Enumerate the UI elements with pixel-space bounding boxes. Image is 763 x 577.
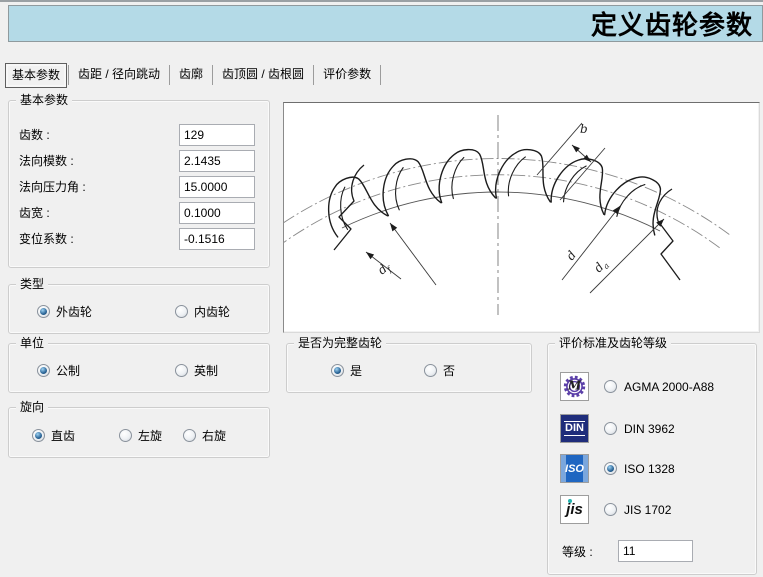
radio-label[interactable]: AGMA 2000-A88 — [624, 380, 714, 394]
svg-text:M: M — [567, 378, 582, 392]
jis-dot — [568, 499, 572, 503]
tab-basic-params[interactable]: 基本参数 — [5, 63, 67, 88]
radio-label[interactable]: 内齿轮 — [194, 303, 230, 320]
root-circle-arc — [342, 192, 660, 231]
dialog-title-bar: 定义齿轮参数 — [8, 5, 763, 42]
tab-tip-root-circle[interactable]: 齿顶圆 / 齿根圆 — [214, 63, 312, 88]
radio-icon[interactable] — [37, 364, 50, 377]
shift-coeff-input[interactable] — [179, 228, 255, 250]
radio-left-hand[interactable]: 左旋 — [119, 427, 162, 443]
radio-icon[interactable] — [331, 364, 344, 377]
tab-divider — [380, 65, 381, 85]
radio-label[interactable]: 否 — [443, 362, 455, 379]
radio-complete-no[interactable]: 否 — [424, 362, 455, 378]
radio-icon[interactable] — [119, 429, 132, 442]
radio-external-gear[interactable]: 外齿轮 — [37, 303, 92, 319]
group-gear-type: 类型 外齿轮 内齿轮 — [8, 284, 270, 334]
radio-icon[interactable] — [175, 364, 188, 377]
radio-icon[interactable] — [604, 503, 617, 516]
din-icon: DIN — [560, 414, 589, 443]
radio-icon[interactable] — [424, 364, 437, 377]
teeth-count-input[interactable] — [179, 124, 255, 146]
radio-icon[interactable] — [32, 429, 45, 442]
group-basic-params-label: 基本参数 — [16, 93, 72, 108]
group-unit: 单位 公制 英制 — [8, 343, 270, 393]
face-width-input[interactable] — [179, 202, 255, 224]
gear-diagram-panel: b d da df — [283, 102, 760, 333]
page-title: 定义齿轮参数 — [591, 5, 753, 42]
radio-standard-iso[interactable]: ISO ISO 1328 — [560, 454, 675, 483]
radio-label[interactable]: 外齿轮 — [56, 303, 92, 320]
radio-complete-yes[interactable]: 是 — [331, 362, 362, 378]
group-complete-gear: 是否为完整齿轮 是 否 — [286, 343, 532, 393]
radio-right-hand[interactable]: 右旋 — [183, 427, 226, 443]
radio-label[interactable]: DIN 3962 — [624, 422, 675, 436]
radio-icon[interactable] — [37, 305, 50, 318]
radio-label[interactable]: ISO 1328 — [624, 462, 675, 476]
group-standards-label: 评价标准及齿轮等级 — [555, 336, 671, 351]
tab-divider — [313, 65, 314, 85]
radio-icon[interactable] — [604, 422, 617, 435]
reference-circle-arcs — [284, 158, 730, 248]
radio-label[interactable]: 英制 — [194, 362, 218, 379]
jis-icon: jis — [560, 495, 589, 524]
normal-module-input[interactable] — [179, 150, 255, 172]
normal-module-label: 法向模数 : — [19, 150, 74, 172]
radio-label[interactable]: 右旋 — [202, 427, 226, 444]
grade-input[interactable] — [618, 540, 693, 562]
group-standards: 评价标准及齿轮等级 M AGMA 2000-A88 DIN DIN 3962 I… — [547, 343, 757, 575]
dialog-top-edge — [0, 0, 763, 2]
group-gear-type-label: 类型 — [16, 277, 48, 292]
grade-label: 等级 : — [562, 541, 593, 563]
radio-imperial[interactable]: 英制 — [175, 362, 218, 378]
radio-label[interactable]: JIS 1702 — [624, 503, 671, 517]
radio-label[interactable]: 公制 — [56, 362, 80, 379]
shift-coeff-label: 变位系数 : — [19, 228, 74, 250]
radio-icon[interactable] — [604, 380, 617, 393]
tab-strip: 基本参数 齿距 / 径向跳动 齿廓 齿顶圆 / 齿根圆 评价参数 — [5, 62, 382, 88]
teeth-count-label: 齿数 : — [19, 124, 50, 146]
tab-divider — [68, 65, 69, 85]
pressure-angle-label: 法向压力角 : — [19, 176, 86, 198]
group-basic-params: 基本参数 齿数 : 法向模数 : 法向压力角 : 齿宽 : 变位系数 : — [8, 100, 270, 268]
agma-icon: M — [560, 372, 589, 401]
radio-spur[interactable]: 直齿 — [32, 427, 75, 443]
group-complete-gear-label: 是否为完整齿轮 — [294, 336, 386, 351]
radio-standard-jis[interactable]: jis JIS 1702 — [560, 495, 671, 524]
radio-label[interactable]: 是 — [350, 362, 362, 379]
group-unit-label: 单位 — [16, 336, 48, 351]
tip-diameter-label: da — [591, 256, 611, 276]
pressure-angle-input[interactable] — [179, 176, 255, 198]
radio-standard-din[interactable]: DIN DIN 3962 — [560, 414, 675, 443]
radio-icon[interactable] — [604, 462, 617, 475]
tab-divider — [212, 65, 213, 85]
radio-label[interactable]: 直齿 — [51, 427, 75, 444]
rim-break-lines — [334, 165, 680, 280]
iso-icon: ISO — [560, 454, 589, 483]
radio-internal-gear[interactable]: 内齿轮 — [175, 303, 230, 319]
face-width-label: 齿宽 : — [19, 202, 50, 224]
radio-icon[interactable] — [175, 305, 188, 318]
tab-divider — [169, 65, 170, 85]
radio-metric[interactable]: 公制 — [37, 362, 80, 378]
group-helix-direction: 旋向 直齿 左旋 右旋 — [8, 407, 270, 458]
radio-label[interactable]: 左旋 — [138, 427, 162, 444]
dimension-arrowheads — [366, 145, 664, 259]
tab-eval-params[interactable]: 评价参数 — [315, 63, 379, 88]
gear-teeth — [317, 148, 674, 238]
radio-icon[interactable] — [183, 429, 196, 442]
tab-tooth-profile[interactable]: 齿廓 — [171, 63, 211, 88]
tab-pitch-runout[interactable]: 齿距 / 径向跳动 — [70, 63, 168, 88]
group-helix-direction-label: 旋向 — [16, 400, 48, 415]
gear-diagram: b d da df — [284, 103, 759, 332]
radio-standard-agma[interactable]: M AGMA 2000-A88 — [560, 372, 714, 401]
facewidth-dim-label: b — [580, 122, 588, 136]
